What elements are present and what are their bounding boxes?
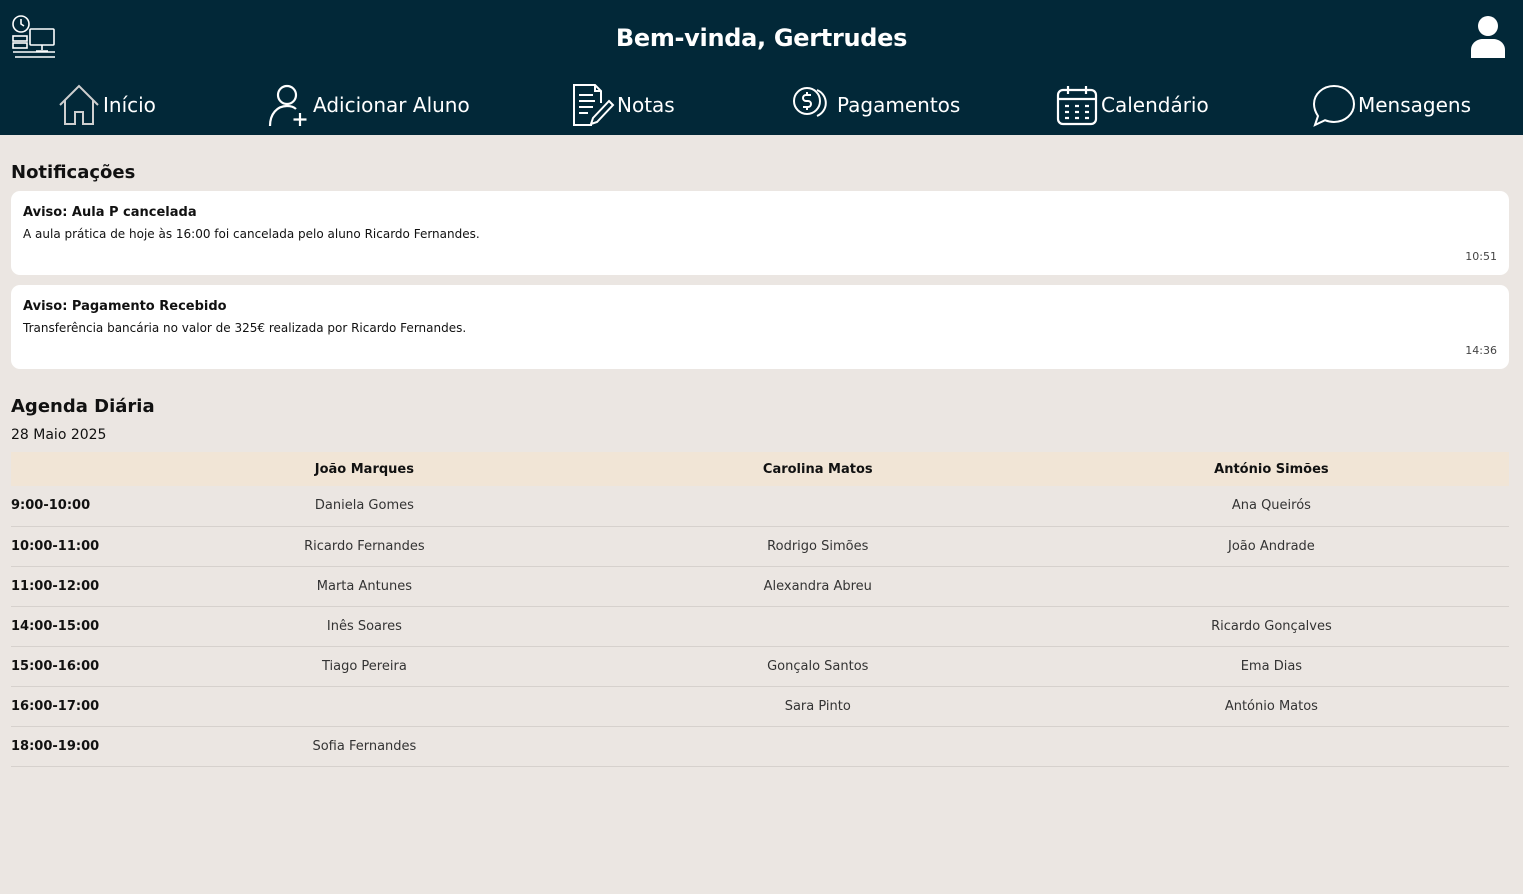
table-cell[interactable]: Daniela Gomes <box>127 486 602 527</box>
table-row: 16:00-17:00 Sara Pinto António Matos <box>11 686 1509 727</box>
main-content: Notificações Aviso: Aula P cancelada A a… <box>0 162 1523 767</box>
notification-body: A aula prática de hoje às 16:00 foi canc… <box>23 227 480 241</box>
notification-card[interactable]: Aviso: Aula P cancelada A aula prática d… <box>11 191 1509 275</box>
welcome-title: Bem-vinda, Gertrudes <box>615 24 908 52</box>
table-cell[interactable] <box>127 686 602 727</box>
instructor-column-header: Carolina Matos <box>762 461 873 477</box>
time-slot: 10:00-11:00 <box>11 526 127 567</box>
table-row: 11:00-12:00 Marta Antunes Alexandra Abre… <box>11 566 1509 607</box>
table-cell[interactable] <box>601 486 1034 527</box>
notification-body: Transferência bancária no valor de 325€ … <box>23 321 467 335</box>
instructor-column-header: António Simões <box>1214 461 1329 477</box>
table-cell[interactable]: Ana Queirós <box>1033 486 1509 527</box>
add-user-icon <box>268 84 307 127</box>
nav-item-calendario[interactable]: Calendário <box>1055 80 1209 130</box>
nav-item-inicio[interactable]: Início <box>57 80 156 130</box>
table-row: 14:00-15:00 Inês Soares Ricardo Gonçalve… <box>11 606 1509 647</box>
agenda-title: Agenda Diária <box>11 396 155 417</box>
table-cell[interactable]: Gonçalo Santos <box>601 646 1034 687</box>
time-slot: 18:00-19:00 <box>11 726 127 767</box>
nav-item-mensagens[interactable]: Mensagens <box>1312 80 1471 130</box>
notification-title: Aviso: Pagamento Recebido <box>23 299 227 314</box>
table-row: 9:00-10:00 Daniela Gomes Ana Queirós <box>11 486 1509 527</box>
table-cell[interactable]: Ricardo Gonçalves <box>1033 606 1509 647</box>
time-column-header <box>11 452 127 486</box>
nav-item-pagamentos[interactable]: Pagamentos <box>791 80 960 130</box>
table-row: 15:00-16:00 Tiago Pereira Gonçalo Santos… <box>11 646 1509 687</box>
chat-bubble-icon <box>1312 84 1356 127</box>
time-slot: 14:00-15:00 <box>11 606 127 647</box>
agenda-date: 28 Maio 2025 <box>11 427 107 443</box>
agenda-header-row: João Marques Carolina Matos António Simõ… <box>11 452 1509 486</box>
notification-time: 10:51 <box>1465 250 1497 263</box>
table-cell[interactable]: Marta Antunes <box>127 566 602 607</box>
time-slot: 11:00-12:00 <box>11 566 127 607</box>
table-cell[interactable]: Ema Dias <box>1033 646 1509 687</box>
instructor-column-header: João Marques <box>314 461 414 477</box>
nav-label-adicionar-aluno: Adicionar Aluno <box>313 93 470 117</box>
table-cell[interactable]: Inês Soares <box>127 606 602 647</box>
dollar-coin-icon <box>793 87 827 117</box>
table-cell[interactable] <box>601 606 1034 647</box>
notification-title: Aviso: Aula P cancelada <box>23 205 197 220</box>
table-cell[interactable]: João Andrade <box>1033 526 1509 567</box>
nav-item-adicionar-aluno[interactable]: Adicionar Aluno <box>267 80 470 130</box>
notification-time: 14:36 <box>1465 344 1497 357</box>
top-header: Bem-vinda, Gertrudes Início Adicionar Al… <box>0 0 1523 135</box>
document-edit-icon <box>573 84 615 126</box>
home-icon <box>59 84 99 125</box>
calendar-icon <box>1056 86 1098 126</box>
time-slot: 9:00-10:00 <box>11 486 127 527</box>
nav-label-calendario: Calendário <box>1101 93 1209 117</box>
user-icon[interactable] <box>1471 16 1505 58</box>
nav-label-inicio: Início <box>103 93 156 117</box>
time-slot: 15:00-16:00 <box>11 646 127 687</box>
table-cell[interactable]: Sara Pinto <box>601 686 1034 727</box>
notifications-title: Notificações <box>11 162 136 183</box>
table-row: 18:00-19:00 Sofia Fernandes <box>11 726 1509 767</box>
table-cell[interactable] <box>1033 726 1509 767</box>
nav-label-mensagens: Mensagens <box>1358 93 1472 117</box>
table-row: 10:00-11:00 Ricardo Fernandes Rodrigo Si… <box>11 526 1509 567</box>
table-cell[interactable] <box>601 726 1034 767</box>
table-cell[interactable]: Alexandra Abreu <box>601 566 1034 607</box>
table-cell[interactable] <box>1033 566 1509 607</box>
table-cell[interactable]: Sofia Fernandes <box>127 726 602 767</box>
nav-label-notas: Notas <box>617 93 675 117</box>
notification-card[interactable]: Aviso: Pagamento Recebido Transferência … <box>11 285 1509 369</box>
main-nav: Início Adicionar Aluno Notas Pagamentos … <box>0 80 1523 130</box>
agenda-table: João Marques Carolina Matos António Simõ… <box>11 452 1509 767</box>
nav-label-pagamentos: Pagamentos <box>837 93 961 117</box>
nav-item-notas[interactable]: Notas <box>571 80 675 130</box>
table-cell[interactable]: Rodrigo Simões <box>601 526 1034 567</box>
table-cell[interactable]: António Matos <box>1033 686 1509 727</box>
table-cell[interactable]: Tiago Pereira <box>127 646 602 687</box>
table-cell[interactable]: Ricardo Fernandes <box>127 526 602 567</box>
time-slot: 16:00-17:00 <box>11 686 127 727</box>
